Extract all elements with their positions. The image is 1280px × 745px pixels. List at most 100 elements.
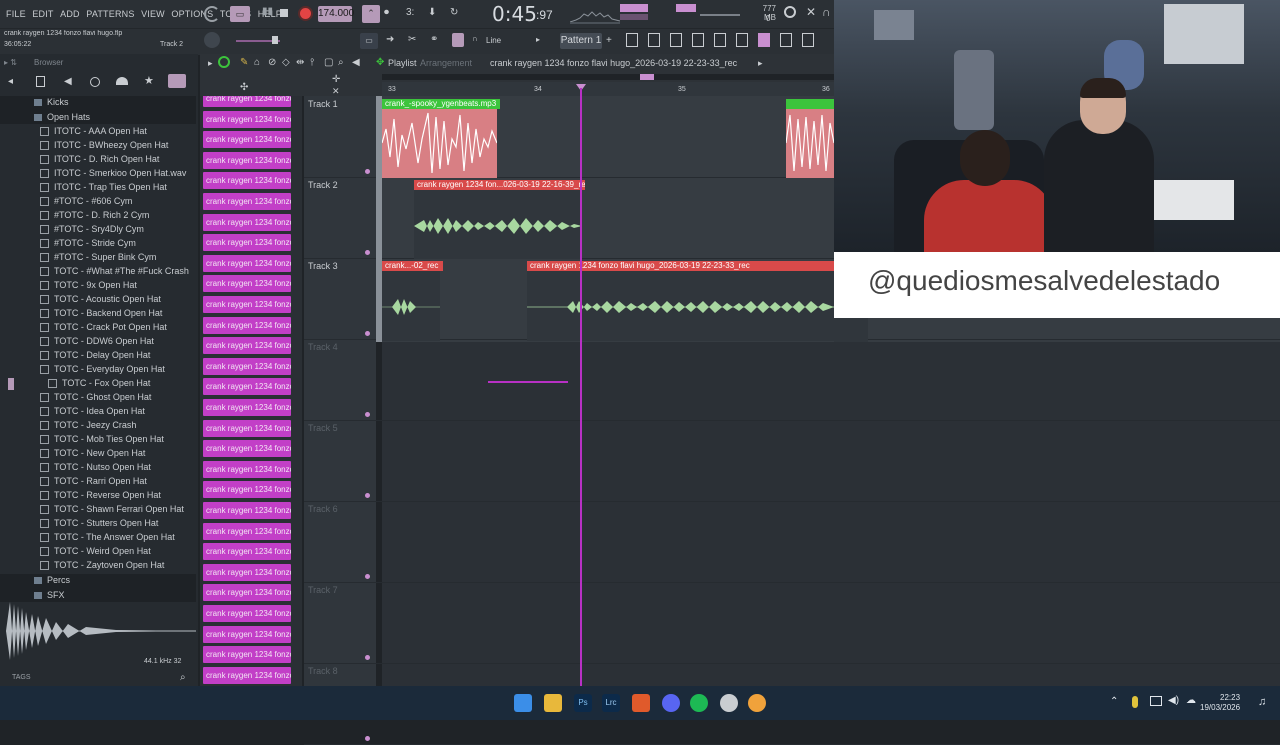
slice-tool-icon[interactable]: ⫯ <box>310 57 314 68</box>
track-mute-led[interactable] <box>365 250 370 255</box>
folder-kicks[interactable]: Kicks <box>34 95 69 109</box>
track-mute-led[interactable] <box>365 493 370 498</box>
channel-button[interactable]: crank raygen 1234 fonzo... <box>203 275 291 293</box>
channel-button[interactable]: crank raygen 1234 fonzo... <box>203 110 291 128</box>
browser-file-item[interactable]: TOTC - Zaytoven Open Hat <box>40 558 164 572</box>
clip-track1-a[interactable] <box>381 109 498 178</box>
snap-magnet-icon[interactable]: ∩ <box>472 34 478 43</box>
record-button[interactable] <box>298 6 313 21</box>
plugin-database-icon[interactable] <box>758 33 770 47</box>
browser-file-item[interactable]: #TOTC - Super Bink Cym <box>40 250 156 264</box>
close-icon[interactable]: ✕ <box>806 5 816 19</box>
tray-chevron-icon[interactable]: ⌃ <box>1110 696 1118 707</box>
track-header-1[interactable]: Track 1 <box>308 99 338 109</box>
tempo-display[interactable]: 174.000 <box>318 6 354 22</box>
master-volume-icon[interactable] <box>676 4 696 12</box>
file-explorer-icon[interactable] <box>544 694 562 712</box>
channel-button[interactable]: crank raygen 1234 fonzo... <box>203 646 291 664</box>
playback-tool-icon[interactable]: ◀ <box>352 57 360 68</box>
channel-button[interactable]: crank raygen 1234 fonzo... <box>203 543 291 561</box>
browser-file-item[interactable]: TOTC - Fox Open Hat <box>48 376 150 390</box>
browser-playlist-icon[interactable] <box>168 74 186 88</box>
snap-selector[interactable]: Line <box>486 36 501 45</box>
channel-button[interactable]: crank raygen 1234 fonzo... <box>203 172 291 190</box>
scrollbar-thumb[interactable] <box>640 74 654 80</box>
main-pitch-handle[interactable] <box>272 36 278 44</box>
paint-tool-icon[interactable]: ⌂ <box>254 57 260 68</box>
play-icon[interactable]: ▮▮ <box>262 6 274 20</box>
windows-start-icon[interactable] <box>514 694 532 712</box>
folder-open-hats[interactable]: Open Hats <box>34 110 90 124</box>
browser-cloud-icon[interactable] <box>116 77 128 85</box>
volume-icon[interactable]: ◀) <box>1168 695 1179 706</box>
mute-tool-icon[interactable]: ◇ <box>282 57 290 68</box>
master-pitch-slider[interactable] <box>700 14 740 16</box>
refresh-icon[interactable] <box>784 6 796 18</box>
microphone-icon[interactable] <box>1132 696 1138 708</box>
help-icon[interactable] <box>802 33 814 47</box>
browser-file-item[interactable]: TOTC - Delay Open Hat <box>40 348 150 362</box>
track-header-4[interactable]: Track 4 <box>308 342 338 352</box>
channel-button[interactable]: crank raygen 1234 fonzo... <box>203 378 291 396</box>
browser-file-item[interactable]: TOTC - Acoustic Open Hat <box>40 292 161 306</box>
pattern-prev-icon[interactable]: ▸ <box>536 35 540 44</box>
channel-button[interactable]: crank raygen 1234 fonzo... <box>203 419 291 437</box>
stamp-icon[interactable] <box>452 33 464 47</box>
browser-scroll-marker[interactable] <box>8 378 14 390</box>
channel-button[interactable]: crank raygen 1234 fonzo... <box>203 131 291 149</box>
channel-button[interactable]: crank raygen 1234 fonzo... <box>203 337 291 355</box>
playlist-menu-icon[interactable]: ▸ <box>208 58 213 69</box>
playlist-arrow-icon[interactable]: ✥ <box>376 57 384 68</box>
obs-icon[interactable] <box>720 694 738 712</box>
playlist-magnet-icon[interactable] <box>218 56 230 68</box>
browser-file-item[interactable]: TOTC - Jeezy Crash <box>40 418 136 432</box>
browser-files-icon[interactable] <box>36 76 45 87</box>
track-mute-led[interactable] <box>365 655 370 660</box>
clip-title-track3-b[interactable]: crank raygen 1234 fonzo flavi hugo_2026-… <box>527 261 837 271</box>
clip-title-track3-a[interactable]: crank...-02_rec <box>382 261 443 271</box>
browser-file-item[interactable]: #TOTC - #606 Cym <box>40 194 132 208</box>
browser-file-item[interactable]: TOTC - Backend Open Hat <box>40 306 162 320</box>
browser-file-item[interactable]: TOTC - Idea Open Hat <box>40 404 145 418</box>
channel-scrollbar[interactable] <box>296 96 302 686</box>
browser-speaker-icon[interactable]: ◀ <box>64 76 72 87</box>
channel-button[interactable]: crank raygen 1234 fonzo... <box>203 193 291 210</box>
crosshair-icon[interactable]: ✛ <box>332 74 340 85</box>
add-pattern-icon[interactable]: + <box>606 35 612 46</box>
headphones-icon[interactable]: ∩ <box>822 5 831 19</box>
lightroom-icon[interactable]: Lrc <box>602 694 620 712</box>
clip-title-track2-a[interactable]: crank raygen 1234 fon...026-03-19 22-16-… <box>414 180 585 190</box>
brave-browser-icon[interactable] <box>632 694 650 712</box>
pattern-song-toggle[interactable]: ▭ <box>230 6 250 22</box>
channel-button[interactable]: crank raygen 1234 fonzo... <box>203 666 291 684</box>
channel-button[interactable]: crank raygen 1234 fonzo... <box>203 254 291 272</box>
browser-file-item[interactable]: TOTC - DDW6 Open Hat <box>40 334 154 348</box>
browser-file-item[interactable]: ITOTC - AAA Open Hat <box>40 124 147 138</box>
wait-record-icon[interactable]: ⏺ <box>384 7 389 18</box>
browser-file-item[interactable]: TOTC - #What #The #Fuck Crash <box>40 264 189 278</box>
select-tool-icon[interactable]: ▢ <box>324 57 333 68</box>
channel-button[interactable]: crank raygen 1234 fonzo... <box>203 563 291 581</box>
menu-file[interactable]: FILE <box>6 9 26 19</box>
channel-button[interactable]: crank raygen 1234 fonzo... <box>203 625 291 643</box>
browser-file-item[interactable]: TOTC - Shawn Ferrari Open Hat <box>40 502 184 516</box>
channel-button[interactable]: crank raygen 1234 fonzo... <box>203 357 291 375</box>
loop-record-icon[interactable]: ↻ <box>450 7 458 18</box>
browser-icon[interactable] <box>714 33 726 47</box>
system-clock[interactable]: 22:23 19/03/2026 <box>1200 693 1240 713</box>
track-header-6[interactable]: Track 6 <box>308 504 338 514</box>
channel-button[interactable]: crank raygen 1234 fonzo... <box>203 502 291 519</box>
tempo-tapper-icon[interactable] <box>204 6 220 22</box>
track-mute-led[interactable] <box>365 574 370 579</box>
clip-track3-a[interactable] <box>382 271 440 341</box>
browser-file-item[interactable]: TOTC - The Answer Open Hat <box>40 530 175 544</box>
browser-file-item[interactable]: ITOTC - Trap Ties Open Hat <box>40 180 167 194</box>
arrow-right-icon[interactable]: ➜ <box>386 34 394 45</box>
menu-patterns[interactable]: PATTERNS <box>86 9 134 19</box>
stop-icon[interactable] <box>280 9 288 17</box>
touch-keyboard-icon[interactable] <box>780 33 792 47</box>
clip-title-track1-a[interactable]: crank_-spooky_ygenbeats.mp3 <box>382 99 500 109</box>
track-mute-led[interactable] <box>365 736 370 741</box>
channel-button[interactable]: crank raygen 1234 fonzo... <box>203 584 291 602</box>
track-mute-led[interactable] <box>365 169 370 174</box>
